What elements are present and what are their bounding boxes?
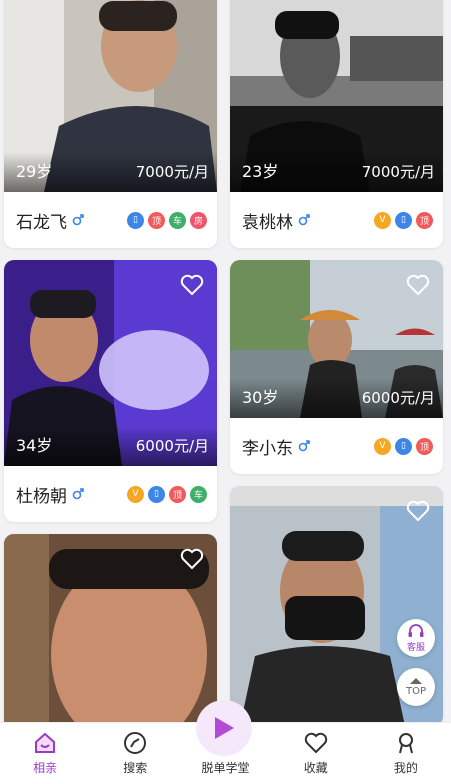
play-button[interactable]	[196, 700, 252, 756]
salary-label: 6000元/月	[135, 437, 209, 455]
house-badge: 房	[190, 211, 207, 229]
tab-search[interactable]: 搜索	[90, 723, 180, 784]
badge-group: V ▯ 顶	[374, 211, 433, 229]
vip-badge: V	[127, 485, 144, 503]
profile-card[interactable]	[4, 534, 217, 754]
profile-info: 石龙飞 ▯ 顶 车 房	[4, 192, 217, 248]
profile-photo: 23岁 7000元/月	[230, 0, 443, 192]
scroll-top-label: TOP	[405, 686, 426, 697]
profile-card[interactable]: 30岁 6000元/月 李小东 V ▯ 顶	[230, 260, 443, 474]
badge-group: ▯ 顶 车 房	[127, 211, 207, 229]
favorite-heart-icon[interactable]	[405, 498, 431, 524]
profile-info: 杜杨朝 V ▯ 顶 车	[4, 466, 217, 522]
tab-profile-label: 我的	[393, 761, 418, 775]
profile-photo	[4, 534, 217, 754]
favorite-heart-icon[interactable]	[179, 272, 205, 298]
badge-group: V ▯ 顶	[374, 437, 433, 455]
profile-card[interactable]: 23岁 7000元/月 袁桃林 V ▯ 顶	[230, 0, 443, 248]
play-icon	[215, 717, 234, 739]
tab-home-label: 相亲	[33, 761, 58, 775]
profile-photo: 30岁 6000元/月	[230, 260, 443, 418]
vip-badge: V	[374, 437, 391, 455]
age-label: 30岁	[242, 388, 279, 407]
profile-info: 袁桃林 V ▯ 顶	[230, 192, 443, 248]
tab-profile[interactable]: 我的	[361, 723, 451, 784]
customer-service-button[interactable]: 客服	[397, 619, 435, 657]
salary-label: 6000元/月	[361, 389, 435, 407]
profile-info: 李小东 V ▯ 顶	[230, 418, 443, 474]
car-badge: 车	[190, 485, 207, 503]
male-icon	[72, 214, 84, 226]
profile-name: 袁桃林	[242, 212, 293, 233]
home-icon	[35, 732, 56, 753]
top-badge: 顶	[416, 437, 433, 455]
car-badge: 车	[169, 211, 186, 229]
compass-icon	[124, 732, 147, 754]
male-icon	[298, 214, 310, 226]
tab-favorites-label: 收藏	[303, 761, 328, 775]
customer-service-label: 客服	[406, 643, 425, 653]
profile-card[interactable]: 29岁 7000元/月 石龙飞 ▯ 顶 车 房	[4, 0, 217, 248]
male-icon	[72, 488, 84, 500]
profile-name: 杜杨朝	[16, 486, 67, 507]
phone-verified-icon: ▯	[127, 211, 144, 229]
top-badge: 顶	[148, 211, 165, 229]
badge-group: V ▯ 顶 车	[127, 485, 207, 503]
male-icon	[298, 440, 310, 452]
phone-verified-icon: ▯	[148, 485, 165, 503]
profile-photo: 29岁 7000元/月	[4, 0, 217, 192]
tab-search-label: 搜索	[123, 761, 148, 775]
scroll-top-button[interactable]: TOP	[397, 668, 435, 706]
arrow-up-icon	[410, 678, 422, 684]
phone-verified-icon: ▯	[395, 437, 412, 455]
profile-card[interactable]: 34岁 6000元/月 杜杨朝 V ▯ 顶 车	[4, 260, 217, 522]
tab-home[interactable]: 相亲	[0, 723, 90, 784]
age-label: 23岁	[242, 162, 279, 181]
profile-name: 石龙飞	[16, 212, 67, 233]
top-badge: 顶	[169, 485, 186, 503]
phone-verified-icon: ▯	[395, 211, 412, 229]
profile-icon	[398, 733, 413, 754]
top-badge: 顶	[416, 211, 433, 229]
heart-icon	[304, 732, 327, 754]
age-label: 34岁	[16, 436, 53, 455]
left-column: 29岁 7000元/月 石龙飞 ▯ 顶 车 房 34岁 6000元/月 杜杨朝 …	[4, 0, 217, 766]
tab-favorites[interactable]: 收藏	[271, 723, 361, 784]
tab-school-label: 脱单学堂	[201, 761, 250, 775]
profile-name: 李小东	[242, 438, 293, 459]
salary-label: 7000元/月	[361, 163, 435, 181]
age-label: 29岁	[16, 162, 53, 181]
profile-photo: 34岁 6000元/月	[4, 260, 217, 466]
headset-icon	[408, 624, 424, 637]
favorite-heart-icon[interactable]	[179, 546, 205, 572]
vip-badge: V	[374, 211, 391, 229]
favorite-heart-icon[interactable]	[405, 272, 431, 298]
salary-label: 7000元/月	[135, 163, 209, 181]
